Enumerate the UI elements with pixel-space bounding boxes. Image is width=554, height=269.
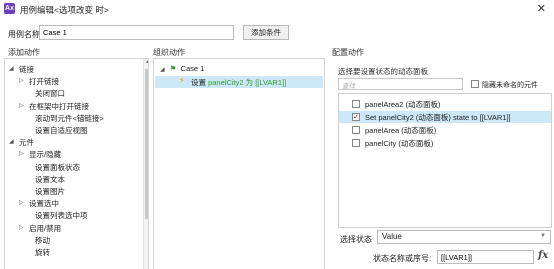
collapse-arrow-icon[interactable]: ▷ xyxy=(19,224,24,231)
hide-unnamed-label: 隐藏未命名的元件 xyxy=(482,82,538,89)
dynamic-panel-list: panelArea2 (动态面板) ✓ Set panelCity2 (动态面板) … xyxy=(338,93,552,228)
tree-item-label: 旋转 xyxy=(35,248,50,257)
case-name-label: 用例名称 xyxy=(8,30,40,39)
tree-item-label: 元件 xyxy=(19,138,34,148)
panel-list-item[interactable]: panelCity (动态面板) xyxy=(339,137,551,149)
tree-item-label: 链接 xyxy=(19,65,34,74)
panel-list-item[interactable]: panelArea (动态面板) xyxy=(339,124,551,136)
lightning-icon: ⚡ xyxy=(179,76,185,85)
panel-list-item[interactable]: panelArea2 (动态面板) xyxy=(339,98,551,110)
chevron-down-icon[interactable]: ▼ xyxy=(540,233,546,239)
configure-panel: 选择要设置状态的动态面板 查找 隐藏未命名的元件 panelArea2 (动态面… xyxy=(330,58,552,269)
tree-item-label: 设置选中 xyxy=(29,199,59,209)
case-label: Case 1 xyxy=(180,64,205,73)
tree-item-label: 设置图片 xyxy=(35,187,65,196)
expand-arrow-icon[interactable]: ◢ xyxy=(9,65,14,72)
action-tree: ◢ 链接 ▷ 打开链接关闭窗口 ▷ 在框架中打开链接滚动到元件<锚链接> 设置自适应视图 ◢ 元… xyxy=(4,58,149,269)
collapse-arrow-icon[interactable]: ▷ xyxy=(19,199,24,206)
tree-item-label: 关闭窗口 xyxy=(35,89,65,99)
panel-checkbox[interactable] xyxy=(352,100,360,108)
panel-checkbox[interactable] xyxy=(352,126,360,134)
tree-item-label: 设置面板状态 xyxy=(35,162,80,172)
organize-panel: ◢ ⚑ Case 1 ⚡ 设置 panelCity2 为 [[LVAR1]] xyxy=(153,58,325,269)
scroll-up-arrow-icon[interactable]: ▲ xyxy=(144,59,148,67)
close-icon[interactable]: ✕ xyxy=(537,2,546,15)
state-select-value: Value xyxy=(382,232,402,241)
tree-item-label: 打开链接 xyxy=(29,77,59,87)
case-node[interactable]: ◢ ⚑ Case 1 xyxy=(160,64,204,73)
panel-checkbox[interactable]: ✓ xyxy=(352,113,360,121)
action-prefix: 设置 xyxy=(191,78,209,87)
panel-item-label: panelArea (动态面板) xyxy=(365,126,437,135)
expand-arrow-icon[interactable]: ◢ xyxy=(160,67,165,73)
case-name-input[interactable] xyxy=(39,25,234,40)
collapse-arrow-icon[interactable]: ▷ xyxy=(19,102,24,109)
action-target: panelCity2 为 [[LVAR1]] xyxy=(208,78,287,87)
tree-item-label: 设置自适应视图 xyxy=(35,126,88,135)
fx-icon[interactable]: fx xyxy=(538,250,548,261)
panel-list-item[interactable]: ✓ Set panelCity2 (动态面板) state to [[LVAR1]… xyxy=(339,111,551,123)
window-title: 用例编辑<选项改变 时> xyxy=(20,5,109,15)
tree-item-label: 显示/隐藏 xyxy=(29,150,62,160)
state-value-input[interactable] xyxy=(437,250,534,264)
panel-item-label: Set panelCity2 (动态面板) state to [[LVAR1]] xyxy=(365,113,511,122)
filter-input[interactable]: 查找 xyxy=(338,78,463,90)
case-icon: ⚑ xyxy=(169,64,177,73)
title-bar: Ax 用例编辑<选项改变 时> ✕ xyxy=(0,0,554,18)
add-condition-button[interactable]: 添加条件 xyxy=(243,25,289,40)
panel-item-label: panelCity (动态面板) xyxy=(365,139,434,148)
hide-unnamed-checkbox[interactable] xyxy=(471,80,479,88)
tree-item-label: 滚动到元件<锚链接> xyxy=(35,113,104,123)
app-icon: Ax xyxy=(4,3,15,14)
tree-item-label: 启用/禁用 xyxy=(29,223,62,233)
collapse-arrow-icon[interactable]: ▷ xyxy=(19,150,24,157)
state-name-label: 状态名称或序号: xyxy=(373,254,432,263)
select-panel-header: 选择要设置状态的动态面板 xyxy=(338,67,428,76)
tree-item-label: 在框架中打开链接 xyxy=(29,101,89,111)
select-state-label: 选择状态 xyxy=(340,235,372,244)
state-select[interactable]: Value ▼ xyxy=(377,230,551,244)
organize-action-header: 组织动作 xyxy=(153,48,185,57)
scrollbar[interactable]: ▲ xyxy=(143,59,148,269)
tree-item-label: 设置列表选中项 xyxy=(35,211,88,221)
action-item-set-panel-state[interactable]: ⚡ 设置 panelCity2 为 [[LVAR1]] xyxy=(155,76,323,88)
collapse-arrow-icon[interactable]: ▷ xyxy=(19,77,24,84)
panel-checkbox[interactable] xyxy=(352,139,360,147)
tree-item-label: 移动 xyxy=(35,235,50,245)
expand-arrow-icon[interactable]: ◢ xyxy=(9,138,14,145)
configure-action-header: 配置动作 xyxy=(332,48,364,57)
panel-item-label: panelArea2 (动态面板) xyxy=(365,100,441,109)
scroll-thumb[interactable] xyxy=(145,69,148,219)
add-action-header: 添加动作 xyxy=(8,48,40,57)
tree-item-label: 设置文本 xyxy=(35,174,65,184)
